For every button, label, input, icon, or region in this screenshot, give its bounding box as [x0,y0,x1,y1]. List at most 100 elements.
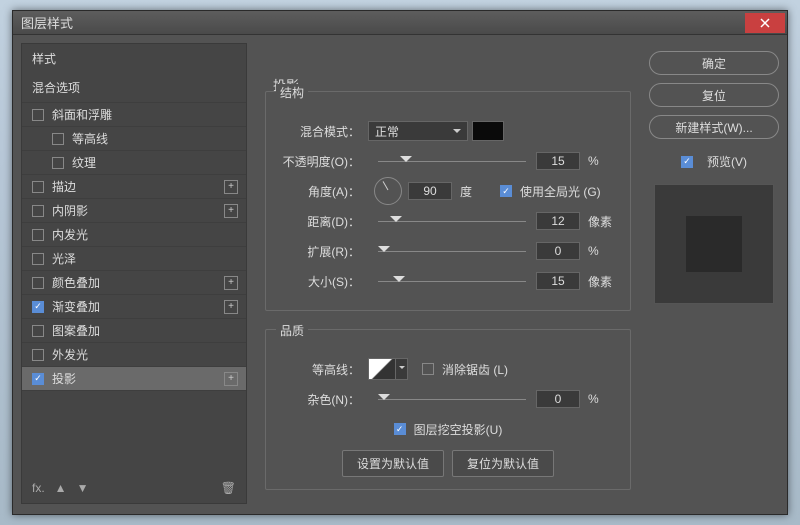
preview-box [654,184,774,304]
sidebar-item-checkbox[interactable] [52,157,64,169]
contour-label: 等高线： [278,361,368,378]
sidebar-item-9[interactable]: 图案叠加 [22,319,246,343]
noise-unit: % [588,392,618,406]
down-icon[interactable]: ▼ [77,481,89,495]
size-input[interactable]: 15 [536,272,580,290]
sidebar-item-label: 图案叠加 [52,322,100,339]
settings-panel: 投影 结构 混合模式： 正常 不透明度(O)： 15 % 角度(A)： 9 [255,43,641,504]
knockout-label: 图层挖空投影(U) [414,421,503,438]
antialias-checkbox[interactable] [422,363,434,375]
sidebar-item-6[interactable]: 光泽 [22,247,246,271]
add-effect-icon[interactable]: + [224,276,238,290]
sidebar-item-3[interactable]: 描边 + [22,175,246,199]
quality-title: 品质 [276,322,308,339]
sidebar-item-label: 颜色叠加 [52,274,100,291]
preview-checkbox[interactable] [681,156,693,168]
noise-slider[interactable] [378,392,526,406]
sidebar-item-8[interactable]: 渐变叠加+ [22,295,246,319]
new-style-button[interactable]: 新建样式(W)... [649,115,779,139]
distance-unit: 像素 [588,213,618,230]
sidebar-item-1[interactable]: 等高线 [22,127,246,151]
titlebar[interactable]: 图层样式 [13,11,787,35]
noise-label: 杂色(N)： [278,391,368,408]
add-effect-icon[interactable]: + [224,204,238,218]
close-icon [760,18,770,28]
distance-slider[interactable] [378,214,526,228]
sidebar-item-checkbox[interactable] [32,229,44,241]
angle-input[interactable]: 90 [408,182,452,200]
sidebar-item-checkbox[interactable] [32,181,44,193]
distance-label: 距离(D)： [278,213,368,230]
sidebar-item-checkbox[interactable] [32,373,44,385]
sidebar-blend-options[interactable]: 混合选项 [22,73,246,103]
ok-button[interactable]: 确定 [649,51,779,75]
distance-input[interactable]: 12 [536,212,580,230]
add-effect-icon[interactable]: + [224,300,238,314]
close-button[interactable] [745,13,785,33]
up-icon[interactable]: ▲ [55,481,67,495]
sidebar-item-label: 光泽 [52,250,76,267]
blend-mode-label: 混合模式： [278,123,368,140]
sidebar-header: 样式 [22,44,246,73]
sidebar-item-label: 描边 [52,178,76,195]
sidebar-item-checkbox[interactable] [52,133,64,145]
sidebar-item-5[interactable]: 内发光 [22,223,246,247]
opacity-label: 不透明度(O)： [278,153,368,170]
size-slider[interactable] [378,274,526,288]
trash-icon[interactable]: 🗑 [221,481,236,495]
sidebar-item-4[interactable]: 内阴影 + [22,199,246,223]
sidebar-item-checkbox[interactable] [32,325,44,337]
sidebar-item-checkbox[interactable] [32,277,44,289]
sidebar-item-label: 内发光 [52,226,88,243]
sidebar-item-checkbox[interactable] [32,301,44,313]
sidebar-item-label: 纹理 [72,154,96,171]
sidebar-item-label: 外发光 [52,346,88,363]
sidebar-item-label: 内阴影 [52,202,88,219]
sidebar-item-0[interactable]: 斜面和浮雕 [22,103,246,127]
size-unit: 像素 [588,273,618,290]
sidebar-item-checkbox[interactable] [32,349,44,361]
add-effect-icon[interactable]: + [224,180,238,194]
opacity-input[interactable]: 15 [536,152,580,170]
sidebar-item-checkbox[interactable] [32,109,44,121]
add-effect-icon[interactable]: + [224,372,238,386]
spread-label: 扩展(R)： [278,243,368,260]
contour-dropdown[interactable] [396,358,408,380]
sidebar-item-11[interactable]: 投影+ [22,367,246,391]
sidebar-item-2[interactable]: 纹理 [22,151,246,175]
spread-input[interactable]: 0 [536,242,580,260]
make-default-button[interactable]: 设置为默认值 [342,450,444,477]
spread-unit: % [588,244,618,258]
structure-title: 结构 [276,84,308,101]
structure-group: 结构 混合模式： 正常 不透明度(O)： 15 % 角度(A)： 90 度 [265,91,631,311]
sidebar-footer: fx. ▲ ▼ 🗑 [22,473,246,503]
noise-input[interactable]: 0 [536,390,580,408]
right-panel: 确定 复位 新建样式(W)... 预览(V) [649,43,779,504]
knockout-checkbox[interactable] [394,423,406,435]
global-light-label: 使用全局光 (G) [520,183,601,200]
sidebar-item-checkbox[interactable] [32,253,44,265]
reset-default-button[interactable]: 复位为默认值 [452,450,554,477]
sidebar-item-checkbox[interactable] [32,205,44,217]
quality-group: 品质 等高线： 消除锯齿 (L) 杂色(N)： 0 % 图层挖空投影(U) [265,329,631,490]
antialias-label: 消除锯齿 (L) [442,361,508,378]
styles-sidebar: 样式 混合选项 斜面和浮雕等高线纹理描边+内阴影+内发光光泽颜色叠加+渐变叠加+… [21,43,247,504]
contour-picker[interactable] [368,358,396,380]
cancel-button[interactable]: 复位 [649,83,779,107]
angle-label: 角度(A)： [278,183,368,200]
layer-style-dialog: 图层样式 样式 混合选项 斜面和浮雕等高线纹理描边 + 内阴影 + 内发光光泽颜色叠加 +… [12,10,788,515]
opacity-slider[interactable] [378,154,526,168]
preview-label: 预览(V) [707,153,747,170]
angle-dial[interactable] [374,177,402,205]
shadow-color-swatch[interactable] [472,121,504,141]
fx-icon[interactable]: fx. [32,481,45,495]
global-light-checkbox[interactable] [500,185,512,197]
opacity-unit: % [588,154,618,168]
preview-swatch [686,216,742,272]
sidebar-item-10[interactable]: 外发光 [22,343,246,367]
spread-slider[interactable] [378,244,526,258]
window-title: 图层样式 [13,13,73,32]
size-label: 大小(S)： [278,273,368,290]
blend-mode-select[interactable]: 正常 [368,121,468,141]
sidebar-item-7[interactable]: 颜色叠加 + [22,271,246,295]
